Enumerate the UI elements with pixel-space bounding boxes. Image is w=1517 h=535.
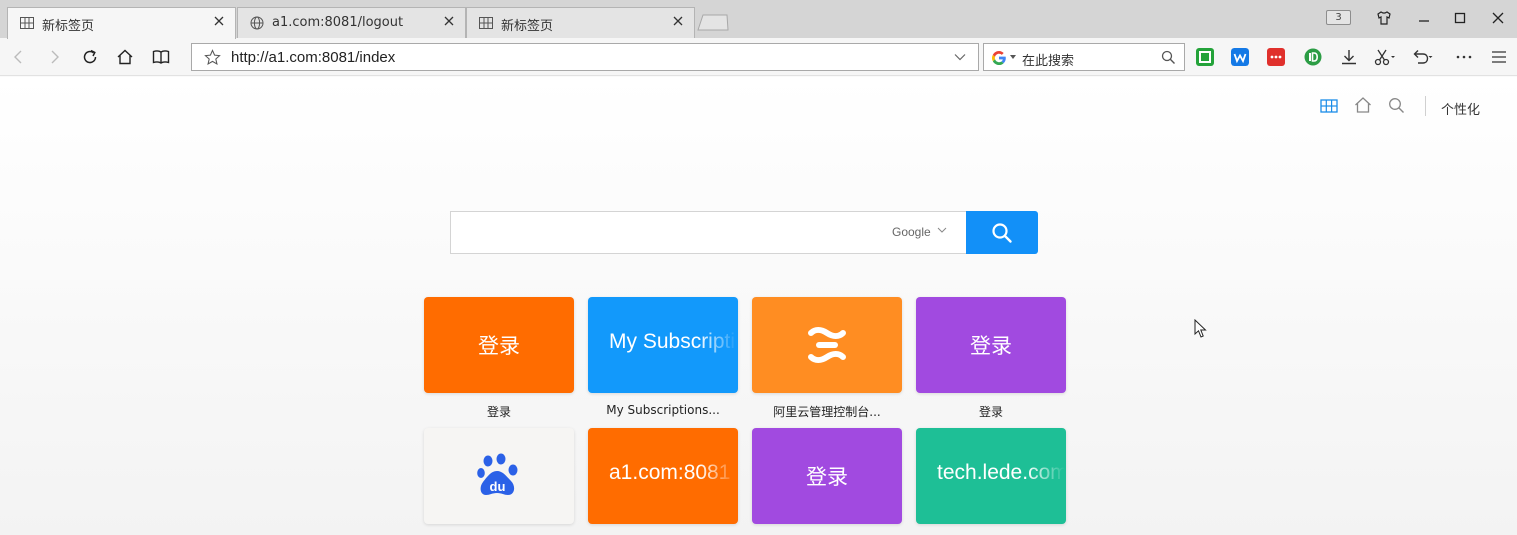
home-icon	[117, 49, 133, 65]
personalize-link[interactable]: 个性化	[1441, 99, 1480, 118]
page-search: Google	[450, 211, 1038, 254]
menu-icon[interactable]	[1490, 48, 1508, 66]
tile-label: 登录	[970, 335, 1012, 358]
svg-text:du: du	[490, 479, 506, 494]
tab-title: 新标签页	[501, 19, 554, 34]
tab-title: 新标签页	[42, 19, 95, 34]
download-icon[interactable]	[1340, 48, 1358, 66]
aliyun-logo-icon	[808, 327, 846, 363]
reload-icon	[83, 49, 97, 64]
speed-dial-tile-tech-lede[interactable]: tech.lede.com	[916, 428, 1066, 524]
search-icon	[992, 222, 1012, 243]
forward-button[interactable]	[44, 47, 64, 67]
mouse-cursor-icon	[1194, 319, 1207, 338]
close-icon[interactable]	[211, 13, 227, 29]
url-text[interactable]: http://a1.com:8081/index	[231, 49, 395, 66]
back-button[interactable]	[9, 47, 29, 67]
reading-mode-button[interactable]	[151, 47, 171, 67]
google-icon[interactable]	[991, 50, 1007, 66]
speed-dial-tile-login-3[interactable]: 登录	[752, 428, 902, 524]
tile-label: tech.lede.com	[937, 461, 1065, 484]
speed-dial-tile-login-1[interactable]: 登录	[424, 297, 574, 393]
tile-caption[interactable]: 登录	[916, 403, 1066, 420]
reload-button[interactable]	[80, 47, 100, 67]
toolbar: http://a1.com:8081/index 在此搜索	[0, 38, 1517, 76]
green-square-extension-icon[interactable]	[1196, 48, 1214, 66]
dots-extension-icon[interactable]	[1267, 48, 1285, 66]
toolbar-search[interactable]: 在此搜索	[983, 43, 1185, 71]
close-window-button[interactable]	[1487, 9, 1509, 27]
arrow-right-icon	[51, 50, 59, 64]
tab-count-badge[interactable]: 3	[1326, 10, 1351, 25]
tab-title: a1.com:8081/logout	[272, 15, 404, 30]
speed-dial-tile-aliyun[interactable]	[752, 297, 902, 393]
address-bar[interactable]: http://a1.com:8081/index	[191, 43, 979, 71]
tile-caption[interactable]: 阿里云管理控制台...	[752, 403, 902, 420]
scissors-icon[interactable]	[1374, 48, 1396, 66]
speed-dial-tile-a1[interactable]: a1.com:8081	[588, 428, 738, 524]
search-icon[interactable]	[1161, 50, 1176, 65]
star-icon[interactable]	[204, 49, 221, 66]
chevron-down-icon[interactable]	[954, 52, 966, 62]
search-view-icon[interactable]	[1388, 97, 1405, 114]
tile-caption[interactable]: 登录	[424, 403, 574, 420]
weibo-extension-icon[interactable]	[1231, 48, 1249, 66]
new-tab-button[interactable]	[697, 14, 729, 31]
tile-label: a1.com:8081	[609, 461, 731, 484]
tab-newtab-1[interactable]: 新标签页	[7, 7, 236, 39]
speed-dial-tile-baidu[interactable]: du	[424, 428, 574, 524]
search-button[interactable]	[966, 211, 1038, 254]
search-engine-select[interactable]: Google	[892, 225, 931, 239]
tile-caption[interactable]: My Subscriptions...	[588, 403, 738, 417]
undo-icon[interactable]	[1411, 48, 1433, 66]
id-extension-icon[interactable]	[1304, 48, 1322, 66]
divider	[1425, 96, 1426, 116]
tab-strip: 新标签页 a1.com:8081/logout 新标签页 3	[0, 0, 1517, 39]
grid-icon	[479, 17, 493, 29]
grid-view-icon[interactable]	[1320, 98, 1338, 114]
search-placeholder[interactable]: 在此搜索	[1022, 50, 1074, 69]
close-icon[interactable]	[441, 13, 457, 29]
speed-dial-tile-login-2[interactable]: 登录	[916, 297, 1066, 393]
home-button[interactable]	[115, 47, 135, 67]
minimize-button[interactable]	[1413, 9, 1435, 27]
tile-label: My Subscriptions	[609, 330, 737, 353]
tile-label: 登录	[806, 466, 848, 489]
maximize-button[interactable]	[1449, 9, 1471, 27]
globe-icon	[250, 16, 264, 30]
new-tab-page: 个性化 Google 登录 登录 My Subscriptions My Sub…	[0, 77, 1517, 535]
book-icon	[152, 50, 170, 64]
close-icon[interactable]	[670, 13, 686, 29]
tab-logout[interactable]: a1.com:8081/logout	[237, 7, 466, 38]
engine-caret-icon[interactable]	[1010, 55, 1016, 59]
baidu-paw-icon: du	[477, 453, 518, 495]
tab-newtab-2[interactable]: 新标签页	[466, 7, 695, 38]
speed-dial-tile-subscriptions[interactable]: My Subscriptions	[588, 297, 738, 393]
home-view-icon[interactable]	[1354, 96, 1372, 114]
tile-label: 登录	[478, 335, 520, 358]
chevron-down-icon[interactable]	[937, 226, 947, 234]
search-input[interactable]	[450, 211, 967, 254]
shirt-icon[interactable]	[1373, 9, 1395, 27]
grid-icon	[20, 17, 34, 29]
more-icon[interactable]	[1455, 48, 1473, 66]
arrow-left-icon	[14, 50, 22, 64]
